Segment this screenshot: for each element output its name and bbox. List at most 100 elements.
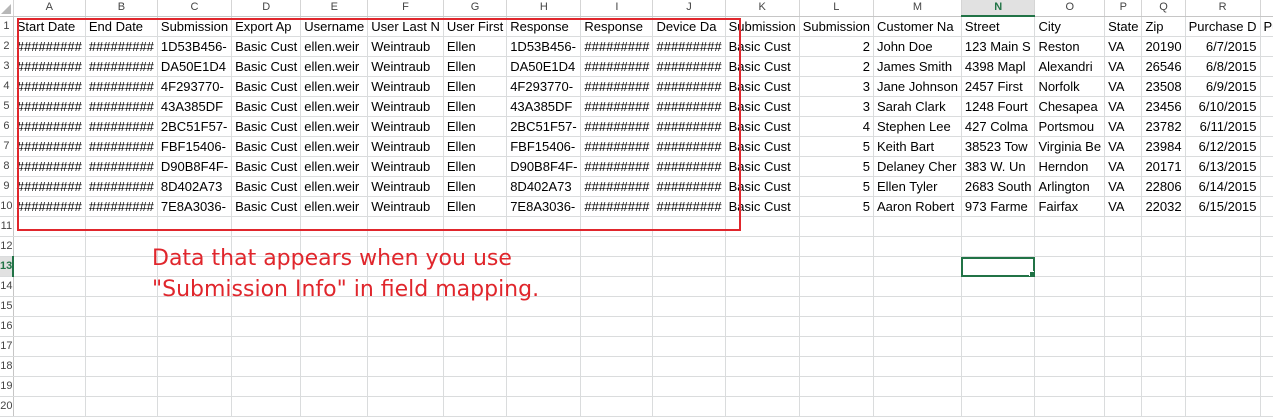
cell-n17[interactable]: [961, 336, 1036, 357]
cell-j14[interactable]: [652, 276, 726, 297]
cell-i17[interactable]: [580, 336, 654, 357]
cell-j8[interactable]: #########: [652, 156, 726, 177]
cell-h9[interactable]: 8D402A73: [506, 176, 582, 197]
cell-g11[interactable]: [443, 216, 508, 237]
cell-e19[interactable]: [300, 376, 369, 397]
cell-s2[interactable]: [1260, 36, 1273, 57]
cell-l10[interactable]: 5: [799, 196, 874, 217]
cell-n18[interactable]: [961, 356, 1036, 377]
cell-s19[interactable]: [1260, 376, 1273, 397]
cell-g18[interactable]: [443, 356, 508, 377]
cell-b6[interactable]: #########: [85, 116, 158, 137]
cell-n4[interactable]: 2457 First: [961, 76, 1036, 97]
cell-q1[interactable]: Zip: [1141, 16, 1186, 37]
cell-h2[interactable]: 1D53B456-: [506, 36, 582, 57]
cell-g7[interactable]: Ellen: [443, 136, 508, 157]
row-header-12[interactable]: 12: [0, 236, 14, 257]
cell-d9[interactable]: Basic Cust: [231, 176, 302, 197]
cell-c17[interactable]: [157, 336, 233, 357]
cell-r17[interactable]: [1185, 336, 1261, 357]
cell-n9[interactable]: 2683 South: [961, 176, 1036, 197]
cell-o16[interactable]: [1034, 316, 1106, 337]
column-header-c[interactable]: C: [157, 0, 233, 17]
cell-q19[interactable]: [1141, 376, 1186, 397]
cell-q10[interactable]: 22032: [1141, 196, 1186, 217]
cell-f10[interactable]: Weintraub: [367, 196, 444, 217]
cell-k12[interactable]: [725, 236, 800, 257]
cell-s14[interactable]: [1260, 276, 1273, 297]
cell-r14[interactable]: [1185, 276, 1261, 297]
cell-o12[interactable]: [1034, 236, 1106, 257]
cell-p8[interactable]: VA: [1104, 156, 1143, 177]
cell-n8[interactable]: 383 W. Un: [961, 156, 1036, 177]
cell-d17[interactable]: [231, 336, 302, 357]
cell-a8[interactable]: #########: [13, 156, 86, 177]
cell-k13[interactable]: [725, 256, 800, 277]
cell-m20[interactable]: [873, 396, 962, 417]
cell-f6[interactable]: Weintraub: [367, 116, 444, 137]
cell-q17[interactable]: [1141, 336, 1186, 357]
cell-r10[interactable]: 6/15/2015: [1185, 196, 1261, 217]
cell-p4[interactable]: VA: [1104, 76, 1143, 97]
cell-a11[interactable]: [13, 216, 86, 237]
cell-h5[interactable]: 43A385DF: [506, 96, 582, 117]
cell-a16[interactable]: [13, 316, 86, 337]
cell-k2[interactable]: Basic Cust: [725, 36, 800, 57]
cell-i2[interactable]: #########: [580, 36, 654, 57]
cell-k10[interactable]: Basic Cust: [725, 196, 800, 217]
cell-c10[interactable]: 7E8A3036-: [157, 196, 233, 217]
cell-m8[interactable]: Delaney Cher: [873, 156, 962, 177]
cell-o7[interactable]: Virginia Be: [1034, 136, 1106, 157]
cell-n15[interactable]: [961, 296, 1036, 317]
cell-s1[interactable]: Purchase A: [1260, 16, 1273, 37]
cell-i11[interactable]: [580, 216, 654, 237]
cell-p1[interactable]: State: [1104, 16, 1143, 37]
column-header-o[interactable]: O: [1034, 0, 1106, 17]
cell-r4[interactable]: 6/9/2015: [1185, 76, 1261, 97]
cell-b2[interactable]: #########: [85, 36, 158, 57]
column-header-m[interactable]: M: [873, 0, 962, 17]
cell-k5[interactable]: Basic Cust: [725, 96, 800, 117]
cell-i15[interactable]: [580, 296, 654, 317]
cell-i9[interactable]: #########: [580, 176, 654, 197]
cell-q15[interactable]: [1141, 296, 1186, 317]
select-all-corner[interactable]: [0, 0, 14, 17]
cell-i16[interactable]: [580, 316, 654, 337]
cell-o13[interactable]: [1034, 256, 1106, 277]
cell-j16[interactable]: [652, 316, 726, 337]
cell-j1[interactable]: Device Da: [652, 16, 726, 37]
column-header-e[interactable]: E: [300, 0, 369, 17]
cell-k3[interactable]: Basic Cust: [725, 56, 800, 77]
cell-n11[interactable]: [961, 216, 1036, 237]
column-header-s[interactable]: S: [1260, 0, 1273, 17]
cell-a14[interactable]: [13, 276, 86, 297]
cell-h8[interactable]: D90B8F4F-: [506, 156, 582, 177]
cell-m13[interactable]: [873, 256, 962, 277]
cell-i7[interactable]: #########: [580, 136, 654, 157]
cell-d8[interactable]: Basic Cust: [231, 156, 302, 177]
cell-d3[interactable]: Basic Cust: [231, 56, 302, 77]
cell-m16[interactable]: [873, 316, 962, 337]
cell-e10[interactable]: ellen.weir: [300, 196, 369, 217]
cell-r15[interactable]: [1185, 296, 1261, 317]
cell-b12[interactable]: [85, 236, 158, 257]
cell-l12[interactable]: [799, 236, 874, 257]
cell-j7[interactable]: #########: [652, 136, 726, 157]
row-header-16[interactable]: 16: [0, 316, 14, 337]
cell-l7[interactable]: 5: [799, 136, 874, 157]
cell-q12[interactable]: [1141, 236, 1186, 257]
cell-f19[interactable]: [367, 376, 444, 397]
cell-r3[interactable]: 6/8/2015: [1185, 56, 1261, 77]
cell-s18[interactable]: [1260, 356, 1273, 377]
cell-l8[interactable]: 5: [799, 156, 874, 177]
cell-c19[interactable]: [157, 376, 233, 397]
row-header-9[interactable]: 9: [0, 176, 14, 197]
cell-e2[interactable]: ellen.weir: [300, 36, 369, 57]
cell-e5[interactable]: ellen.weir: [300, 96, 369, 117]
cell-r16[interactable]: [1185, 316, 1261, 337]
cell-m1[interactable]: Customer Na: [873, 16, 962, 37]
cell-c3[interactable]: DA50E1D4: [157, 56, 233, 77]
cell-q13[interactable]: [1141, 256, 1186, 277]
cell-b14[interactable]: [85, 276, 158, 297]
cell-b11[interactable]: [85, 216, 158, 237]
